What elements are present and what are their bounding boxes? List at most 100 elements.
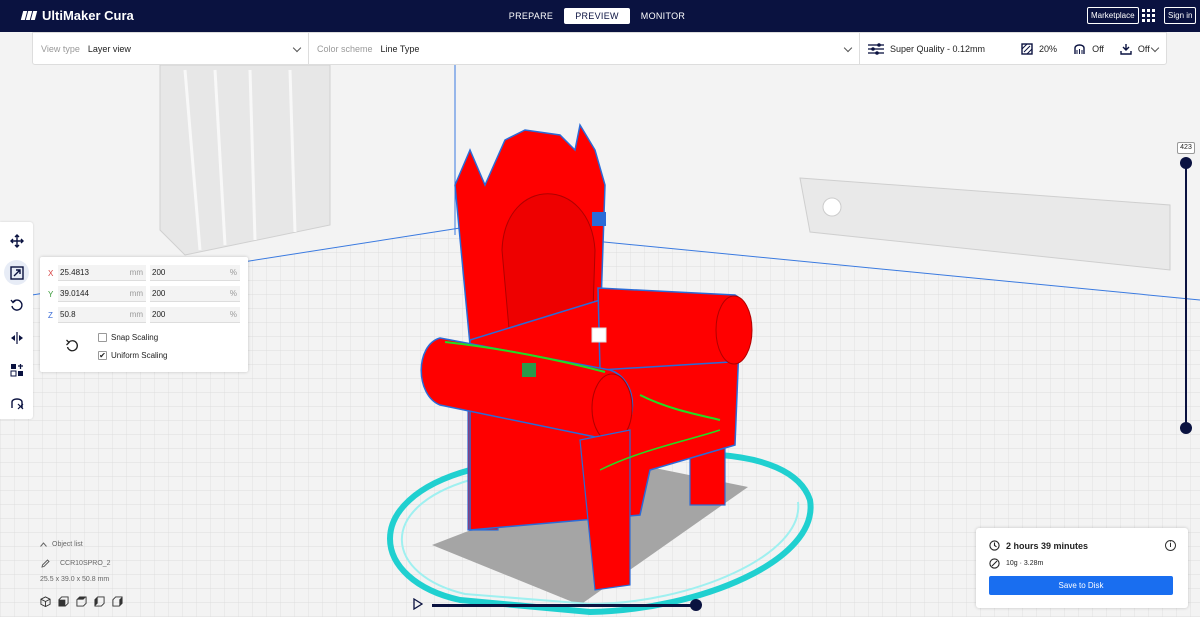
layer-number-input[interactable]: 423: [1177, 142, 1195, 154]
save-to-disk-button[interactable]: Save to Disk: [989, 576, 1173, 595]
pencil-icon: [41, 559, 50, 568]
axis-x-label: X: [48, 268, 54, 278]
profile-name: Super Quality - 0.12mm: [890, 43, 986, 54]
3d-view-icon[interactable]: [40, 596, 51, 607]
scale-y-mm-input[interactable]: 39.0144 mm: [58, 286, 146, 302]
tab-monitor[interactable]: MONITOR: [630, 8, 696, 24]
uniform-scaling-label: Uniform Scaling: [111, 351, 168, 360]
view-type-label: View type: [41, 43, 80, 54]
unit-label: mm: [129, 289, 143, 298]
unit-label: %: [229, 310, 237, 319]
scale-y-row: Y 39.0144 mm 200 %: [48, 286, 240, 302]
scale-x-mm-value: 25.4813: [60, 268, 89, 277]
spool-icon: [989, 558, 1000, 569]
print-time: 2 hours 39 minutes: [1006, 540, 1089, 551]
sign-in-button[interactable]: Sign in: [1164, 7, 1197, 24]
per-model-settings-button[interactable]: [4, 357, 29, 382]
color-scheme-value: Line Type: [380, 43, 420, 54]
print-info-panel: 2 hours 39 minutes i 10g · 3.28m Save to…: [976, 528, 1188, 608]
right-view-icon[interactable]: [112, 596, 123, 607]
scale-z-mm-value: 50.8: [60, 310, 76, 319]
path-slider-track[interactable]: [432, 604, 696, 607]
scale-y-percent-value: 200: [152, 289, 166, 298]
mirror-icon: [10, 331, 23, 344]
unit-label: %: [229, 268, 237, 277]
support-value: Off: [1092, 43, 1104, 54]
scale-x-mm-input[interactable]: 25.4813 mm: [58, 265, 146, 281]
left-toolbar: [0, 222, 33, 419]
view-settings-bar: View type Layer view Color scheme Line T…: [32, 32, 1167, 65]
marketplace-button[interactable]: Marketplace: [1087, 7, 1139, 24]
print-settings-selector[interactable]: Super Quality - 0.12mm 20% Off Off: [860, 33, 1166, 64]
view-type-value: Layer view: [87, 43, 131, 54]
play-icon: [413, 597, 424, 611]
stage-tabs: PREPARE PREVIEW MONITOR: [498, 8, 696, 24]
info-icon[interactable]: i: [1165, 540, 1176, 551]
view-type-select[interactable]: View type Layer view: [33, 33, 309, 64]
top-view-icon[interactable]: [76, 596, 87, 607]
app-title: UltiMaker Cura: [42, 8, 134, 23]
infill-value: 20%: [1039, 43, 1058, 54]
support-blocker-button[interactable]: [4, 390, 29, 415]
object-list: Object list CCR10SPRO_2 25.5 x 39.0 x 50…: [40, 541, 123, 607]
rotate-tool-button[interactable]: [4, 292, 29, 317]
color-scheme-label: Color scheme: [317, 43, 373, 54]
object-name: CCR10SPRO_2: [60, 560, 111, 567]
rotate-icon: [9, 298, 23, 311]
left-view-icon[interactable]: [94, 596, 105, 607]
chevron-down-icon: [843, 43, 853, 53]
object-name-row[interactable]: CCR10SPRO_2: [41, 559, 111, 568]
material-usage-row: 10g · 3.28m: [989, 558, 1043, 569]
infill-icon: [1021, 42, 1033, 55]
reset-scale-button[interactable]: [65, 339, 79, 356]
scale-z-percent-value: 200: [152, 310, 166, 319]
object-dimensions: 25.5 x 39.0 x 50.8 mm: [40, 576, 110, 583]
scale-icon: [9, 265, 24, 280]
unit-label: mm: [129, 310, 143, 319]
checkbox-box: [98, 333, 107, 342]
scale-z-row: Z 50.8 mm 200 %: [48, 307, 240, 323]
front-view-icon[interactable]: [58, 596, 69, 607]
unit-label: %: [229, 289, 237, 298]
ultimaker-logo-icon: [20, 11, 38, 20]
axis-y-label: Y: [48, 289, 54, 299]
object-list-toggle[interactable]: Object list: [40, 541, 83, 548]
scale-panel: X 25.4813 mm 200 % Y 39.0144 mm 200 % Z …: [40, 257, 248, 372]
mirror-tool-button[interactable]: [4, 325, 29, 350]
unit-label: mm: [129, 268, 143, 277]
move-icon: [9, 233, 24, 248]
clock-icon: [989, 540, 1000, 551]
checkmark-icon: ✔: [98, 350, 107, 360]
uniform-scaling-checkbox[interactable]: ✔ Uniform Scaling: [98, 351, 167, 360]
scale-z-mm-input[interactable]: 50.8 mm: [58, 307, 146, 323]
camera-view-buttons: [40, 596, 123, 607]
scale-y-percent-input[interactable]: 200 %: [150, 286, 240, 302]
print-time-row: 2 hours 39 minutes: [989, 540, 1088, 551]
sliders-icon: [868, 42, 884, 55]
material-usage: 10g · 3.28m: [1006, 560, 1044, 567]
adhesion-value: Off: [1137, 43, 1150, 54]
layer-slider-track[interactable]: [1185, 163, 1187, 428]
support-icon: [1074, 43, 1085, 54]
color-scheme-select[interactable]: Color scheme Line Type: [309, 33, 860, 64]
undo-icon: [66, 339, 78, 352]
scale-tool-button[interactable]: [4, 260, 29, 285]
chevron-up-icon: [40, 542, 47, 547]
path-slider-handle[interactable]: [690, 599, 702, 611]
scale-y-mm-value: 39.0144: [60, 289, 89, 298]
scale-x-row: X 25.4813 mm 200 %: [48, 265, 240, 281]
chevron-down-icon: [1150, 43, 1160, 53]
move-tool-button[interactable]: [4, 228, 29, 253]
apps-grid-icon[interactable]: [1142, 9, 1155, 22]
layer-slider-top-handle[interactable]: [1180, 157, 1192, 169]
scale-z-percent-input[interactable]: 200 %: [150, 307, 240, 323]
support-blocker-icon: [10, 397, 23, 409]
scale-x-percent-value: 200: [152, 268, 166, 277]
tab-preview[interactable]: PREVIEW: [564, 8, 630, 24]
play-simulation-button[interactable]: [413, 597, 424, 613]
scale-x-percent-input[interactable]: 200 %: [150, 265, 240, 281]
per-model-settings-icon: [10, 363, 23, 376]
layer-slider-bottom-handle[interactable]: [1180, 422, 1192, 434]
tab-prepare[interactable]: PREPARE: [498, 8, 564, 24]
snap-scaling-checkbox[interactable]: Snap Scaling: [98, 333, 158, 342]
